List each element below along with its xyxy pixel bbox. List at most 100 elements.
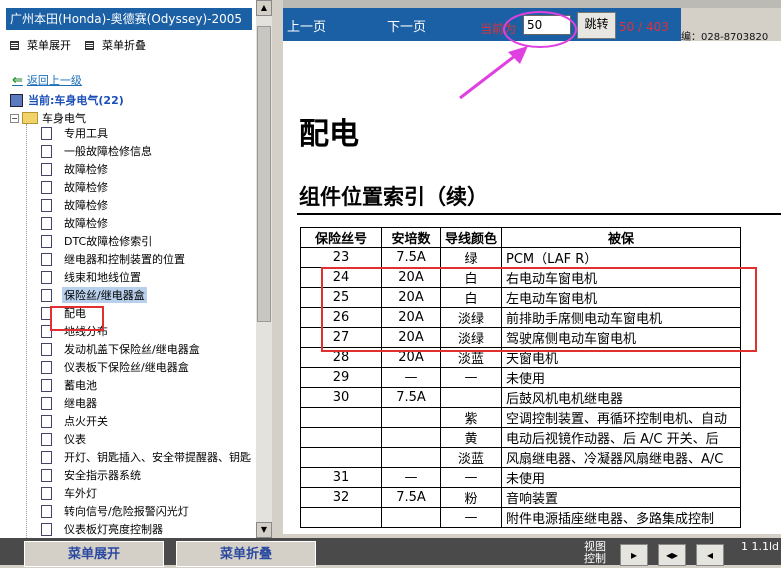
tree-item[interactable]: 保险丝/继电器盒 (27, 286, 256, 304)
computer-icon (10, 93, 23, 107)
bottom-bar: 菜单展开 菜单折叠 视图控制 ▸ ◂▸ ◂ 1 1.1ld (0, 538, 781, 567)
table-cell (381, 447, 441, 468)
page-toolbar: 上一页 下一页 当前为 跳转 50 / 403 (283, 8, 681, 41)
tree-item[interactable]: 故障检修 (27, 160, 256, 178)
view-prev-icon[interactable]: ◂ (696, 544, 724, 566)
document-icon (41, 144, 52, 158)
tree-item[interactable]: 车外灯 (27, 484, 256, 502)
tree-item-label: 线束和地线位置 (64, 271, 141, 284)
document-icon (41, 342, 52, 356)
tree-item[interactable]: 开灯、钥匙插入、安全带提醒器、钥匙 (27, 448, 256, 466)
tree-item-label: 仪表 (64, 433, 86, 446)
current-node-label: 当前:车身电气(22) (28, 94, 124, 107)
menu-expand-link[interactable]: 菜单展开 (10, 38, 71, 52)
table-cell: 32 (300, 487, 382, 508)
tree-item-label: 安全指示器系统 (64, 469, 141, 482)
bottom-expand-button[interactable]: 菜单展开 (24, 541, 164, 567)
heading-rule (297, 213, 781, 215)
tree-item[interactable]: 仪表板灯亮度控制器 (27, 520, 256, 538)
tree-item-label: 发动机盖下保险丝/继电器盒 (64, 343, 200, 356)
tree-item-label: 故障检修 (64, 199, 108, 212)
document-icon (41, 288, 52, 302)
tree-item-label: 继电器和控制装置的位置 (64, 253, 185, 266)
table-cell: 风扇继电器、冷凝器风扇继电器、A/C (501, 447, 742, 468)
jump-button[interactable]: 跳转 (577, 12, 616, 39)
table-row: 32 7.5A 粉音响装置 (300, 487, 742, 508)
next-page-link[interactable]: 下一页 (387, 16, 426, 35)
document-heading: 配电 (299, 117, 359, 152)
document-icon (41, 468, 52, 482)
tree-item-label: 蓄电池 (64, 379, 97, 392)
view-next-icon[interactable]: ▸ (620, 544, 648, 566)
tree-item-label: 故障检修 (64, 217, 108, 230)
tree-item[interactable]: DTC故障检修索引 (27, 232, 256, 250)
prev-page-link[interactable]: 上一页 (287, 16, 326, 35)
tree-panel: 广州本田(Honda)-奥德赛(Odyssey)-2005 菜单展开 菜单折叠 … (0, 0, 256, 538)
tree-item[interactable]: 点火开关 (27, 412, 256, 430)
tree-item[interactable]: 一般故障检修信息 (27, 142, 256, 160)
table-cell (381, 407, 441, 428)
table-cell: 7.5A (381, 387, 441, 408)
tree-item[interactable]: 继电器和控制装置的位置 (27, 250, 256, 268)
table-header-cell: 安培数 (381, 227, 441, 248)
tree-item-label: 车外灯 (64, 487, 97, 500)
scroll-down-icon[interactable]: ▼ (256, 522, 272, 538)
top-strip (283, 0, 781, 8)
table-row: 29— — 未使用 (300, 367, 742, 388)
menu-collapse-link[interactable]: 菜单折叠 (85, 38, 146, 52)
document-icon (41, 432, 52, 446)
back-link[interactable]: ⇐ 返回上一级 (12, 72, 82, 88)
menu-expand-label: 菜单展开 (27, 39, 71, 52)
tree-item[interactable]: 专用工具 (27, 124, 256, 142)
folder-icon (22, 112, 38, 124)
tree-item[interactable]: 转向信号/危险报警闪光灯 (27, 502, 256, 520)
scroll-up-icon[interactable]: ▲ (256, 0, 272, 16)
table-cell (439, 387, 503, 408)
tree-item[interactable]: 故障检修 (27, 196, 256, 214)
scrollbar-thumb[interactable] (257, 26, 271, 322)
back-link-label: 返回上一级 (26, 74, 82, 87)
tree-item[interactable]: 线束和地线位置 (27, 268, 256, 286)
bottom-collapse-button[interactable]: 菜单折叠 (176, 541, 316, 567)
tree-item[interactable]: 仪表板下保险丝/继电器盒 (27, 358, 256, 376)
tree-item-label: 保险丝/继电器盒 (62, 287, 147, 303)
table-cell: 空调控制装置、再循环控制电机、自动 (501, 407, 742, 428)
view-fit-icon[interactable]: ◂▸ (658, 544, 686, 566)
document-icon (41, 216, 52, 230)
list-icon (10, 40, 19, 50)
tree-item[interactable]: 发动机盖下保险丝/继电器盒 (27, 340, 256, 358)
table-row: — 附件电源插座继电器、多路集成控制 (300, 507, 742, 528)
tree-item[interactable]: 故障检修 (27, 214, 256, 232)
tree-item[interactable]: 继电器 (27, 394, 256, 412)
table-cell: 黄 (439, 427, 503, 448)
document-icon (41, 522, 52, 536)
tree-item-label: 故障检修 (64, 181, 108, 194)
table-cell (381, 427, 441, 448)
pointer-arrow-icon (459, 46, 528, 100)
table-header-cell: 被保 (501, 227, 742, 248)
tree-item[interactable]: 仪表 (27, 430, 256, 448)
tree-item-label: DTC故障检修索引 (64, 235, 153, 248)
tree-item[interactable]: 蓄电池 (27, 376, 256, 394)
view-control-label: 视图控制 (584, 540, 606, 565)
tree-scrollbar[interactable]: ▲ ▼ (256, 0, 272, 538)
table-cell: 音响装置 (501, 487, 742, 508)
table-cell: 29 (300, 367, 382, 388)
table-header-cell: 保险丝号 (300, 227, 382, 248)
table-cell: — (439, 467, 503, 488)
current-node: 当前:车身电气(22) (10, 92, 124, 108)
tree-item-label: 故障检修 (64, 163, 108, 176)
table-cell: 未使用 (501, 467, 742, 488)
tree-item-label: 开灯、钥匙插入、安全带提醒器、钥匙 (64, 451, 251, 464)
collapse-toggle-icon[interactable]: − (10, 113, 19, 123)
table-cell: — (381, 367, 441, 388)
document-subheading: 组件位置索引（续） (299, 184, 488, 209)
tree-item[interactable]: 故障检修 (27, 178, 256, 196)
tree-item[interactable]: 安全指示器系统 (27, 466, 256, 484)
table-cell: 粉 (439, 487, 503, 508)
menu-collapse-label: 菜单折叠 (102, 39, 146, 52)
highlight-box (321, 267, 757, 352)
table-cell: — (439, 367, 503, 388)
table-cell: 7.5A (381, 247, 441, 268)
document-icon (41, 486, 52, 500)
